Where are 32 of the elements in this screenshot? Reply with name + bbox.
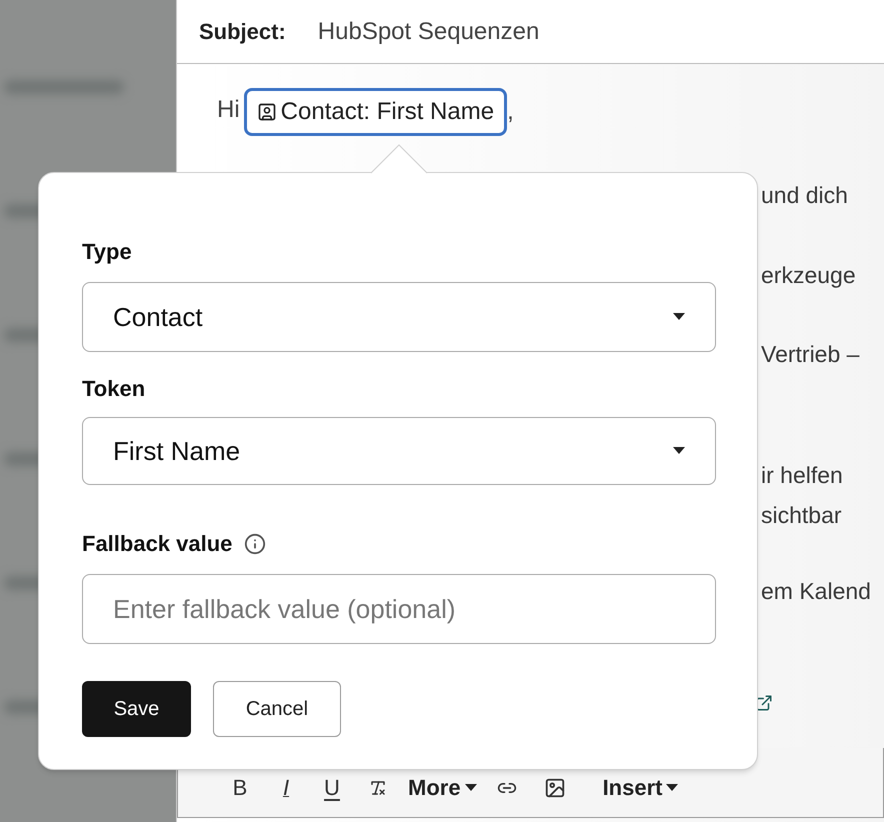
subject-value: HubSpot Sequenzen	[318, 16, 540, 46]
cancel-button[interactable]: Cancel	[213, 681, 341, 737]
info-icon[interactable]	[244, 532, 266, 554]
fallback-label: Fallback value	[82, 530, 232, 558]
body-text: ir helfen	[761, 460, 844, 490]
save-button[interactable]: Save	[82, 681, 191, 737]
greeting-text: Hi	[217, 95, 240, 125]
type-select[interactable]: Contact	[82, 282, 716, 352]
body-text: erkzeuge	[761, 260, 857, 290]
token-select[interactable]: First Name	[82, 417, 716, 485]
body-text: sichtbar	[761, 501, 843, 530]
underline-button[interactable]: U	[312, 771, 352, 804]
body-text: und dich	[761, 181, 849, 210]
image-icon	[544, 776, 566, 798]
token-label: Token	[82, 375, 146, 403]
token-chip[interactable]: Contact: First Name	[244, 88, 508, 136]
fallback-input[interactable]: Enter fallback value (optional)	[82, 574, 716, 644]
menu-button[interactable]: More	[404, 771, 481, 804]
body-text: Vertrieb –	[761, 340, 860, 369]
contact-card-icon	[256, 102, 277, 122]
caret-icon	[673, 313, 685, 321]
subject-label: Subject:	[199, 18, 286, 46]
italic-button[interactable]: I	[266, 771, 306, 804]
caret-icon	[666, 784, 678, 792]
caret-icon	[673, 447, 685, 455]
bold-button[interactable]: B	[220, 771, 260, 804]
menu-button[interactable]: Insert	[598, 771, 682, 804]
comma-text: ,	[507, 97, 514, 127]
clear-format-icon	[369, 778, 387, 796]
body-text: em Kalend	[761, 576, 872, 606]
caret-icon	[464, 784, 477, 792]
type-label: Type	[82, 238, 133, 266]
